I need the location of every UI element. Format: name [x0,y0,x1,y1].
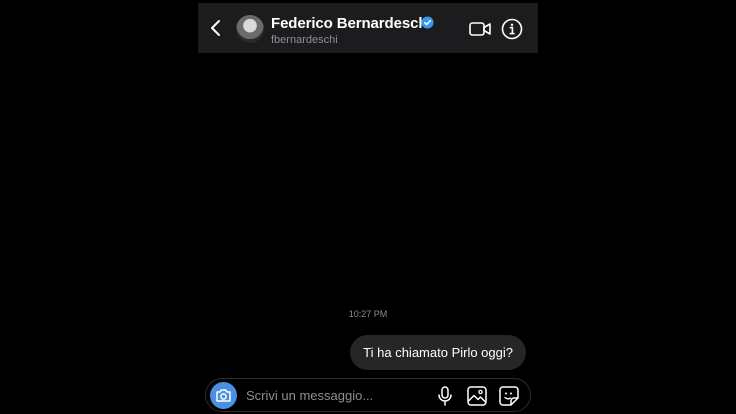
sticker-icon [499,386,519,406]
microphone-icon [438,386,452,406]
verified-badge-icon [421,16,434,29]
contact-username: fbernardeschi [271,34,338,46]
video-call-button[interactable] [469,20,491,38]
chat-screen: Federico Bernardeschi fbernardeschi 10:2… [0,0,736,414]
sent-message-bubble[interactable]: Ti ha chiamato Pirlo oggi? [350,335,526,370]
camera-icon [216,389,231,402]
video-camera-icon [469,22,491,36]
camera-button[interactable] [210,382,237,409]
back-button[interactable] [206,18,226,38]
avatar[interactable] [236,15,264,43]
microphone-button[interactable] [436,386,454,406]
image-icon [467,386,487,406]
chat-header: Federico Bernardeschi fbernardeschi [198,3,538,53]
message-input[interactable] [246,385,426,405]
contact-name[interactable]: Federico Bernardeschi [271,15,432,32]
message-composer [205,378,531,412]
sticker-button[interactable] [498,385,520,407]
chevron-left-icon [211,20,220,36]
message-timestamp: 10:27 PM [348,309,388,319]
gallery-button[interactable] [466,385,488,407]
info-icon [501,18,523,40]
info-button[interactable] [501,18,523,40]
